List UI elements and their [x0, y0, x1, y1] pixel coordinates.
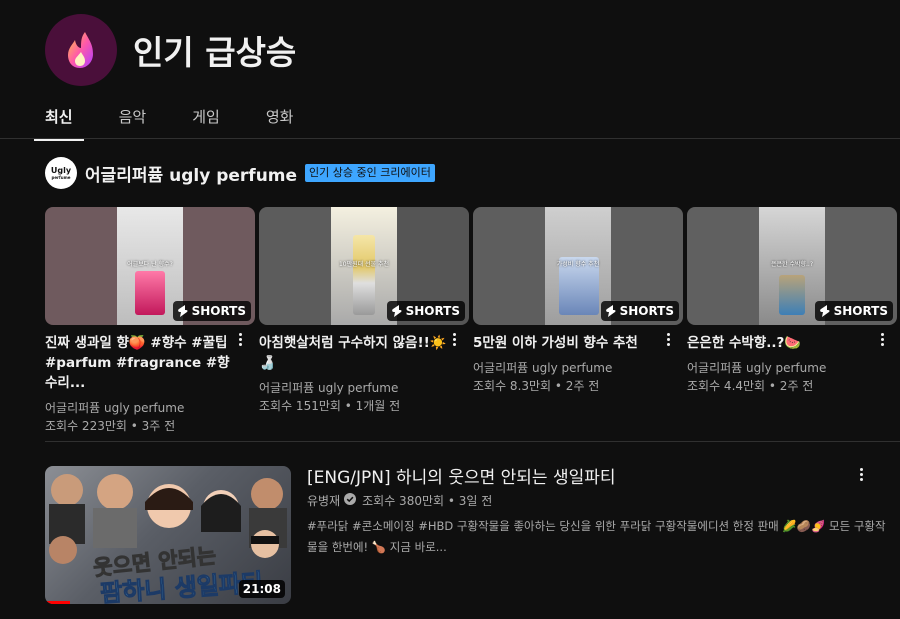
short-channel[interactable]: 어글리퍼퓸 ugly perfume	[687, 359, 897, 377]
short-title[interactable]: 5만원 이하 가성비 향수 추천	[473, 333, 663, 353]
short-title[interactable]: 은은한 수박향..?🍉	[687, 333, 877, 353]
short-channel[interactable]: 어글리퍼퓸 ugly perfume	[259, 379, 469, 397]
short-title[interactable]: 진짜 생과일 향🍑 #향수 #꿀팁 #parfum #fragrance #향수…	[45, 333, 235, 393]
short-meta: 조회수 151만회 • 1개월 전	[259, 399, 401, 413]
video-title[interactable]: [ENG/JPN] 하니의 웃으면 안되는 생일파티	[307, 466, 616, 490]
short-thumbnail[interactable]: 가성비 향수 추천 SHORTS	[473, 207, 683, 325]
avatar-logo-text: Ugly	[50, 165, 72, 175]
thumbnail-caption: 은은한 수박향..?	[770, 261, 814, 268]
page-title: 인기 급상승	[133, 33, 297, 72]
short-card[interactable]: 어글보다 난 향수? SHORTS 진짜 생과일 향🍑 #향수 #꿀팁 #par…	[45, 207, 255, 435]
page-header: 인기 급상승	[45, 14, 296, 86]
shorts-badge: SHORTS	[386, 301, 465, 321]
tab-movies[interactable]: 영화	[266, 96, 294, 141]
shorts-badge: SHORTS	[172, 301, 251, 321]
short-meta: 조회수 8.3만회 • 2주 전	[473, 379, 600, 393]
verified-check-icon	[344, 493, 357, 508]
video-item[interactable]: 웃으면 안되는 팜하니 생일파티 21:08 [ENG/JPN] 하니의 웃으면…	[45, 466, 900, 606]
shorts-label: SHORTS	[833, 304, 888, 318]
short-channel[interactable]: 어글리퍼퓸 ugly perfume	[473, 359, 683, 377]
shorts-icon	[177, 305, 188, 317]
thumbnail-caption: 가성비 향수 추천	[556, 261, 600, 268]
short-channel[interactable]: 어글리퍼퓸 ugly perfume	[45, 399, 255, 417]
tab-latest[interactable]: 최신	[34, 96, 84, 141]
trending-creator-badge: 인기 상승 중인 크리에이터	[305, 164, 435, 182]
short-thumbnail[interactable]: 10만원대 선물 추천 SHORTS	[259, 207, 469, 325]
more-options-icon[interactable]	[856, 466, 866, 486]
short-meta: 조회수 4.4만회 • 2주 전	[687, 379, 814, 393]
short-card[interactable]: 은은한 수박향..? SHORTS 은은한 수박향..?🍉 어글리퍼퓸 ugly…	[687, 207, 897, 395]
video-channel[interactable]: 유병재	[307, 492, 340, 509]
shorts-icon	[605, 305, 616, 317]
more-options-icon[interactable]	[449, 331, 459, 351]
short-card[interactable]: 10만원대 선물 추천 SHORTS 아침햇살처럼 구수하지 않음!!☀️🍶 어…	[259, 207, 469, 415]
tab-music[interactable]: 음악	[119, 96, 147, 141]
avatar-logo-subtext: perfume	[51, 174, 71, 180]
shorts-badge: SHORTS	[814, 301, 893, 321]
more-options-icon[interactable]	[663, 331, 673, 351]
section-divider	[45, 441, 900, 442]
short-thumbnail[interactable]: 은은한 수박향..? SHORTS	[687, 207, 897, 325]
thumbnail-caption: 10만원대 선물 추천	[338, 261, 390, 268]
shelf-channel-name[interactable]: 어글리퍼퓸 ugly perfume	[85, 161, 297, 186]
video-meta-row: 유병재 조회수 380만회 • 3일 전	[307, 492, 492, 509]
shorts-icon	[819, 305, 830, 317]
watch-progress-bar	[45, 601, 70, 604]
more-options-icon[interactable]	[877, 331, 887, 351]
video-duration: 21:08	[238, 580, 285, 598]
short-card[interactable]: 가성비 향수 추천 SHORTS 5만원 이하 가성비 향수 추천 어글리퍼퓸 …	[473, 207, 683, 395]
creator-shelf-header: Ugly perfume 어글리퍼퓸 ugly perfume 인기 상승 중인…	[45, 157, 435, 189]
short-title[interactable]: 아침햇살처럼 구수하지 않음!!☀️🍶	[259, 333, 449, 373]
shorts-label: SHORTS	[191, 304, 246, 318]
tabs-divider	[0, 138, 900, 139]
channel-avatar[interactable]: Ugly perfume	[45, 157, 77, 189]
shorts-label: SHORTS	[405, 304, 460, 318]
shorts-badge: SHORTS	[600, 301, 679, 321]
short-thumbnail[interactable]: 어글보다 난 향수? SHORTS	[45, 207, 255, 325]
tab-bar: 최신 음악 게임 영화	[34, 96, 339, 141]
short-meta: 조회수 223만회 • 3주 전	[45, 419, 176, 433]
tab-gaming[interactable]: 게임	[192, 96, 220, 141]
video-stats: 조회수 380만회 • 3일 전	[362, 494, 493, 508]
video-description: #푸라닭 #콘소메이징 #HBD 구황작물을 좋아하는 당신을 위한 푸라닭 구…	[307, 519, 886, 554]
trending-flame-icon	[45, 14, 117, 86]
shorts-label: SHORTS	[619, 304, 674, 318]
more-options-icon[interactable]	[235, 331, 245, 351]
video-thumbnail[interactable]: 웃으면 안되는 팜하니 생일파티 21:08	[45, 466, 291, 604]
thumbnail-caption: 어글보다 난 향수?	[127, 261, 173, 268]
shorts-icon	[391, 305, 402, 317]
